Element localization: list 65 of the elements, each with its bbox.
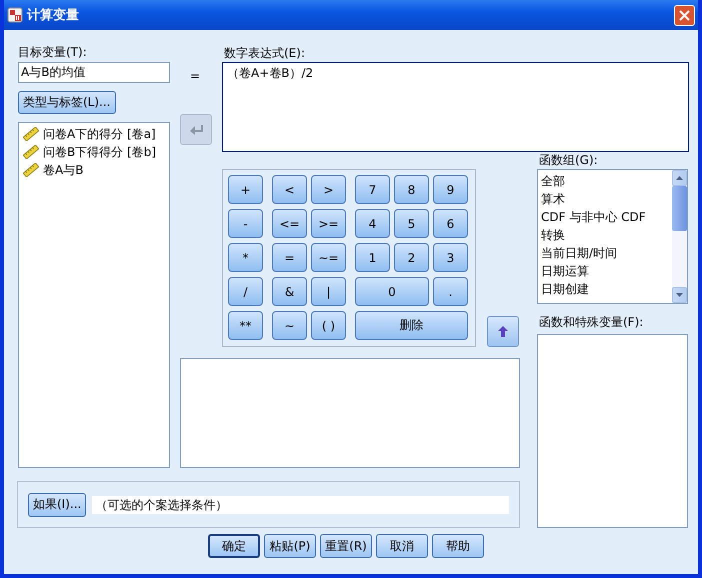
ruler-icon: [23, 127, 39, 141]
function-group-item[interactable]: 日期运算: [541, 262, 669, 280]
keypad-key[interactable]: *: [228, 243, 263, 272]
app-icon: [7, 7, 23, 23]
keypad-key[interactable]: 1: [355, 243, 390, 272]
keypad-key[interactable]: ( ): [311, 311, 346, 340]
dialog-button[interactable]: 帮助: [432, 534, 484, 558]
window-title: 计算变量: [27, 6, 80, 24]
keypad-key[interactable]: 9: [433, 175, 468, 204]
function-up-button[interactable]: [487, 316, 519, 347]
scroll-down-icon: [676, 293, 683, 297]
left-arrow-icon: [189, 124, 203, 136]
variable-item[interactable]: 卷A与B: [23, 161, 165, 179]
keypad-key[interactable]: -: [228, 209, 263, 238]
scroll-up-icon: [676, 176, 683, 180]
target-variable-label: 目标变量(T):: [18, 44, 88, 61]
keypad-key[interactable]: 8: [394, 175, 429, 204]
keypad-key[interactable]: +: [228, 175, 263, 204]
keypad-key[interactable]: =: [272, 243, 307, 272]
dialog-button[interactable]: 取消: [376, 534, 428, 558]
keypad-key[interactable]: ~: [272, 311, 307, 340]
function-group-item[interactable]: 日期创建: [541, 280, 669, 298]
keypad-key[interactable]: 7: [355, 175, 390, 204]
function-group-item[interactable]: 当前日期/时间: [541, 244, 669, 262]
ruler-icon: [23, 163, 39, 177]
dialog-button[interactable]: 重置(R): [320, 534, 372, 558]
expression-field[interactable]: （卷A+卷B）/2: [222, 62, 689, 152]
function-group-item[interactable]: CDF 与非中心 CDF: [541, 208, 669, 226]
if-button[interactable]: 如果(I)...: [28, 492, 86, 516]
keypad-key[interactable]: **: [228, 311, 263, 340]
type-and-label-button[interactable]: 类型与标签(L)...: [18, 91, 116, 114]
keypad-key[interactable]: 删除: [355, 311, 468, 340]
keypad-key[interactable]: |: [311, 277, 346, 306]
close-button[interactable]: [674, 4, 695, 26]
functions-label: 函数和特殊变量(F):: [538, 314, 644, 331]
keypad-key[interactable]: <: [272, 175, 307, 204]
close-icon: [679, 10, 690, 20]
keypad-key[interactable]: 2: [394, 243, 429, 272]
up-arrow-icon: [497, 325, 509, 338]
function-group-item[interactable]: 全部: [541, 172, 669, 190]
keypad-key[interactable]: >=: [311, 209, 346, 238]
keypad-key[interactable]: ~=: [311, 243, 346, 272]
function-group-label: 函数组(G):: [538, 152, 599, 169]
expression-label: 数字表达式(E):: [223, 45, 306, 62]
variable-item[interactable]: 问卷B下得得分 [卷b]: [23, 143, 165, 161]
target-variable-field[interactable]: A与B的均值: [18, 62, 170, 83]
equals-sign: =: [190, 69, 200, 83]
variable-item[interactable]: 问卷A下的得分 [卷a]: [23, 125, 165, 143]
keypad-key[interactable]: 6: [433, 209, 468, 238]
function-group-item[interactable]: 转换: [541, 226, 669, 244]
keypad-key[interactable]: &: [272, 277, 307, 306]
keypad-key[interactable]: 3: [433, 243, 468, 272]
condition-field: （可选的个案选择条件）: [92, 496, 509, 514]
keypad-key[interactable]: <=: [272, 209, 307, 238]
dialog-button[interactable]: 粘贴(P): [264, 534, 316, 558]
keypad-key[interactable]: 0: [355, 277, 429, 306]
function-group-item[interactable]: 算术: [541, 190, 669, 208]
dialog-button[interactable]: 确定: [208, 534, 260, 558]
keypad-key[interactable]: 5: [394, 209, 429, 238]
ruler-icon: [23, 145, 39, 159]
keypad-key[interactable]: /: [228, 277, 263, 306]
scrollbar[interactable]: [672, 170, 687, 303]
keypad-key[interactable]: 4: [355, 209, 390, 238]
keypad-key[interactable]: .: [433, 277, 468, 306]
keypad-key[interactable]: >: [311, 175, 346, 204]
